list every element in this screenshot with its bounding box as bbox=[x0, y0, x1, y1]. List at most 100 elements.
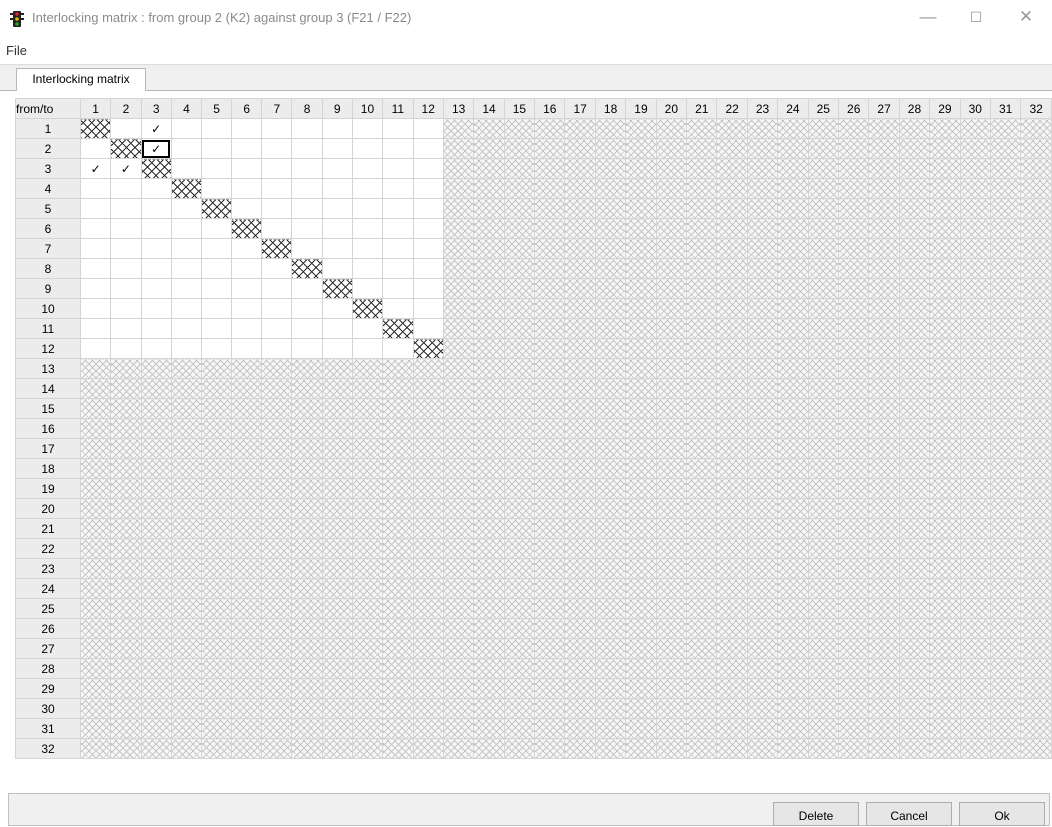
matrix-cell[interactable] bbox=[231, 198, 263, 219]
matrix-cell[interactable] bbox=[200, 238, 233, 259]
matrix-cell[interactable] bbox=[412, 178, 444, 199]
matrix-cell[interactable] bbox=[110, 278, 142, 299]
matrix-cell[interactable] bbox=[351, 138, 384, 159]
matrix-cell[interactable] bbox=[291, 118, 323, 139]
matrix-cell[interactable] bbox=[231, 178, 263, 199]
matrix-cell-checked[interactable]: ✓ bbox=[140, 138, 172, 159]
matrix-cell[interactable] bbox=[79, 138, 112, 159]
matrix-cell[interactable] bbox=[79, 198, 112, 219]
matrix-cell[interactable] bbox=[200, 178, 233, 199]
matrix-cell[interactable] bbox=[412, 218, 444, 239]
matrix-cell[interactable] bbox=[321, 198, 353, 219]
matrix-cell[interactable] bbox=[261, 198, 293, 219]
matrix-cell-checked[interactable]: ✓ bbox=[79, 158, 112, 179]
matrix-cell[interactable] bbox=[170, 298, 203, 319]
matrix-cell[interactable] bbox=[170, 318, 203, 339]
matrix-cell[interactable] bbox=[351, 178, 384, 199]
matrix-cell[interactable] bbox=[140, 298, 172, 319]
matrix-cell[interactable] bbox=[140, 238, 172, 259]
matrix-cell[interactable] bbox=[200, 338, 233, 359]
matrix-cell[interactable] bbox=[291, 278, 323, 299]
matrix-cell[interactable] bbox=[412, 298, 444, 319]
matrix-cell[interactable] bbox=[351, 278, 384, 299]
matrix-cell[interactable] bbox=[231, 258, 263, 279]
matrix-cell[interactable] bbox=[170, 158, 203, 179]
matrix-cell[interactable] bbox=[200, 118, 233, 139]
matrix-cell[interactable] bbox=[321, 178, 353, 199]
matrix-cell[interactable] bbox=[351, 318, 384, 339]
matrix-cell[interactable] bbox=[321, 258, 353, 279]
matrix-cell[interactable] bbox=[231, 278, 263, 299]
matrix-cell[interactable] bbox=[412, 278, 444, 299]
matrix-cell[interactable] bbox=[200, 138, 233, 159]
matrix-cell[interactable] bbox=[79, 258, 112, 279]
matrix-cell[interactable] bbox=[412, 238, 444, 259]
matrix-cell[interactable] bbox=[382, 138, 414, 159]
matrix-cell[interactable] bbox=[351, 338, 384, 359]
matrix-cell[interactable] bbox=[110, 298, 142, 319]
delete-button[interactable]: Delete bbox=[773, 802, 859, 826]
matrix-cell[interactable] bbox=[291, 318, 323, 339]
matrix-cell[interactable] bbox=[261, 178, 293, 199]
matrix-cell[interactable] bbox=[79, 238, 112, 259]
matrix-cell[interactable] bbox=[170, 258, 203, 279]
matrix-cell[interactable] bbox=[412, 258, 444, 279]
matrix-cell[interactable] bbox=[79, 178, 112, 199]
matrix-cell[interactable] bbox=[79, 218, 112, 239]
matrix-cell[interactable] bbox=[261, 118, 293, 139]
matrix-cell[interactable] bbox=[79, 278, 112, 299]
matrix-cell-checked[interactable]: ✓ bbox=[110, 158, 142, 179]
ok-button[interactable]: Ok bbox=[959, 802, 1045, 826]
matrix-cell[interactable] bbox=[200, 318, 233, 339]
matrix-cell[interactable] bbox=[291, 198, 323, 219]
matrix-cell[interactable] bbox=[412, 318, 444, 339]
matrix-cell[interactable] bbox=[140, 278, 172, 299]
matrix-cell[interactable] bbox=[170, 278, 203, 299]
matrix-cell[interactable] bbox=[291, 238, 323, 259]
matrix-cell[interactable] bbox=[321, 138, 353, 159]
matrix-cell[interactable] bbox=[110, 198, 142, 219]
matrix-cell[interactable] bbox=[110, 338, 142, 359]
matrix-cell[interactable] bbox=[200, 218, 233, 239]
close-button[interactable]: ✕ bbox=[1006, 0, 1046, 34]
matrix-cell[interactable] bbox=[79, 338, 112, 359]
cancel-button[interactable]: Cancel bbox=[866, 802, 952, 826]
matrix-cell[interactable] bbox=[321, 338, 353, 359]
matrix-cell[interactable] bbox=[321, 218, 353, 239]
matrix-cell[interactable] bbox=[412, 158, 444, 179]
matrix-cell[interactable] bbox=[382, 278, 414, 299]
matrix-cell[interactable] bbox=[110, 318, 142, 339]
matrix-cell[interactable] bbox=[382, 258, 414, 279]
matrix-cell[interactable] bbox=[140, 318, 172, 339]
matrix-cell[interactable] bbox=[261, 338, 293, 359]
matrix-cell[interactable] bbox=[261, 158, 293, 179]
matrix-cell[interactable] bbox=[79, 298, 112, 319]
matrix-cell[interactable] bbox=[231, 338, 263, 359]
matrix-cell[interactable] bbox=[140, 218, 172, 239]
matrix-cell[interactable] bbox=[170, 338, 203, 359]
matrix-cell[interactable] bbox=[382, 238, 414, 259]
maximize-button[interactable]: ☐ bbox=[956, 0, 996, 34]
matrix-cell[interactable] bbox=[110, 118, 142, 139]
matrix-cell[interactable] bbox=[261, 298, 293, 319]
minimize-button[interactable]: — bbox=[908, 0, 948, 34]
matrix-cell-checked[interactable]: ✓ bbox=[140, 118, 172, 139]
matrix-cell[interactable] bbox=[200, 278, 233, 299]
matrix-cell[interactable] bbox=[140, 178, 172, 199]
matrix-cell[interactable] bbox=[261, 138, 293, 159]
matrix-cell[interactable] bbox=[412, 118, 444, 139]
matrix-cell[interactable] bbox=[291, 338, 323, 359]
tab-interlocking-matrix[interactable]: Interlocking matrix bbox=[16, 68, 146, 91]
matrix-cell[interactable] bbox=[261, 218, 293, 239]
matrix-cell[interactable] bbox=[412, 138, 444, 159]
matrix-cell[interactable] bbox=[382, 178, 414, 199]
matrix-cell[interactable] bbox=[200, 258, 233, 279]
matrix-cell[interactable] bbox=[351, 198, 384, 219]
matrix-cell[interactable] bbox=[261, 258, 293, 279]
matrix-cell[interactable] bbox=[231, 298, 263, 319]
matrix-cell[interactable] bbox=[231, 158, 263, 179]
matrix-cell[interactable] bbox=[200, 158, 233, 179]
matrix-cell[interactable] bbox=[170, 198, 203, 219]
matrix-cell[interactable] bbox=[321, 298, 353, 319]
matrix-cell[interactable] bbox=[231, 238, 263, 259]
